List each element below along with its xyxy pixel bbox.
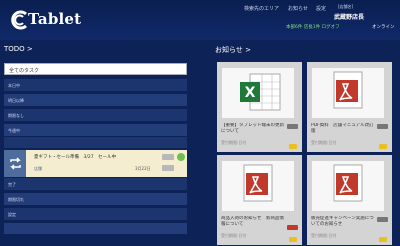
check-icon[interactable] — [177, 153, 185, 161]
todo-row[interactable]: 期限なし — [4, 109, 187, 122]
todo-row[interactable]: 期限切れ — [4, 193, 187, 206]
app-title: Tablet — [28, 10, 82, 28]
card-side — [4, 150, 26, 177]
status-counts[interactable]: 本部6件 店長1件 ログオフ — [286, 24, 340, 30]
notice-card[interactable]: 商品入荷のお知らせ 新商品情報について 受付期限:日付 — [217, 155, 302, 245]
notice-badge — [289, 237, 297, 242]
todo-row[interactable]: 明日以降 — [4, 94, 187, 107]
task-title: 夏ギフト・セール準備 3/27 セール中 — [34, 155, 117, 160]
notice-title: 販売促進キャンペーン実施についてのお知らせ — [311, 216, 374, 227]
excel-icon: X — [240, 73, 281, 111]
notice-badge — [287, 124, 298, 129]
notice-badge — [379, 144, 387, 149]
header-link-search[interactable]: 検索先のエリア — [244, 5, 279, 12]
tablet-logo-icon — [11, 10, 27, 30]
svg-text:X: X — [245, 85, 256, 101]
notice-card[interactable]: PDF資料 店舗マニュアル改訂版 受付期限:日付 — [307, 62, 392, 152]
header-link-settings[interactable]: 設定 — [316, 5, 326, 12]
repeat-icon — [10, 157, 21, 170]
pdf-icon — [333, 164, 363, 202]
shop-name: 武蔵野店長 — [334, 14, 365, 21]
notice-thumbnail — [312, 68, 384, 118]
todo-row[interactable]: 本日中 — [4, 79, 187, 92]
notice-thumbnail — [222, 161, 294, 211]
todo-row[interactable]: 設定 — [4, 208, 187, 221]
notice-title: 【重要】タブレット端末の更新について — [221, 123, 284, 134]
todo-filter-input[interactable]: 全てのタスク — [4, 63, 187, 75]
notice-thumbnail — [312, 161, 384, 211]
notice-badge — [289, 144, 297, 149]
todo-row[interactable]: 今週中 — [4, 124, 187, 137]
shop-label: [店舗名] — [338, 4, 354, 9]
notice-card[interactable]: 販売促進キャンペーン実施についてのお知らせ 受付期限:日付 — [307, 155, 392, 245]
todo-row[interactable]: 完了 — [4, 178, 187, 191]
online-status: オンライン — [372, 25, 395, 30]
notice-title: 商品入荷のお知らせ 新商品情報について — [221, 216, 284, 227]
todo-row-empty[interactable] — [4, 223, 187, 235]
task-location: 店舗 — [34, 166, 42, 171]
notices-title[interactable]: お知らせ > — [215, 45, 251, 55]
header-link-notice[interactable]: お知らせ — [288, 5, 308, 12]
pdf-icon — [333, 71, 363, 109]
notice-card[interactable]: X 【重要】タブレット端末の更新について 受付期限:日付 — [217, 62, 302, 152]
task-date: 3月22日 — [135, 166, 151, 171]
notice-date: 受付期限:日付 — [311, 140, 337, 145]
notice-date: 受付期限:日付 — [311, 233, 337, 238]
notice-badge — [379, 237, 387, 242]
todo-title[interactable]: TODO > — [4, 45, 33, 53]
pdf-icon — [243, 164, 273, 202]
todo-task-card[interactable]: 夏ギフト・セール準備 3/27 セール中 店舗 3月22日 — [4, 150, 187, 177]
notice-title: PDF資料 店舗マニュアル改訂版 — [311, 123, 374, 134]
notice-badge — [287, 225, 298, 230]
notice-thumbnail: X — [222, 68, 294, 118]
app-header: Tablet 検索先のエリア お知らせ 設定 [店舗名] 武蔵野店長 本部6件 … — [0, 0, 400, 40]
notice-date: 受付期限:日付 — [221, 140, 247, 145]
todo-row-empty[interactable] — [4, 137, 187, 149]
notice-badge — [377, 124, 388, 129]
notice-date: 受付期限:日付 — [221, 233, 247, 238]
task-badge — [162, 154, 174, 160]
notice-badge — [377, 217, 388, 222]
task-badge — [162, 165, 174, 171]
app-logo[interactable]: Tablet — [8, 9, 82, 31]
